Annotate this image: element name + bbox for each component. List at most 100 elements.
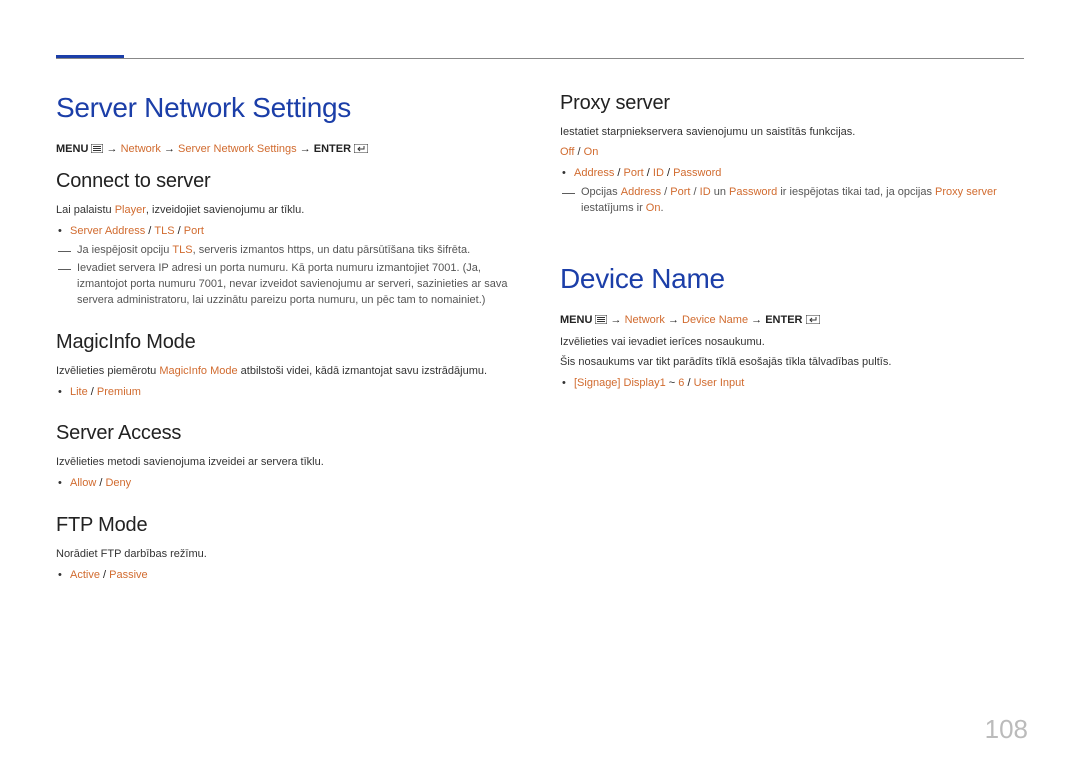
- crumb-arrow: →: [751, 314, 765, 326]
- server-access-options-list: Allow / Deny: [70, 475, 520, 492]
- text: Opcijas: [581, 186, 621, 198]
- crumb-enter-label: ENTER: [314, 143, 354, 155]
- list-item: Address / Port / ID / Password: [574, 165, 1024, 182]
- separator: /: [574, 146, 583, 158]
- separator: /: [614, 167, 623, 179]
- separator: /: [661, 186, 670, 198]
- heading-server-access: Server Access: [56, 422, 520, 445]
- list-item: Active / Passive: [70, 567, 520, 584]
- device-desc-1: Izvēlieties vai ievadiet ierīces nosauku…: [560, 335, 1024, 351]
- text: , izveidojiet savienojumu ar tīklu.: [146, 204, 304, 216]
- text: Izvēlieties piemērotu: [56, 365, 159, 377]
- enter-icon: [354, 143, 368, 158]
- crumb-arrow: →: [611, 314, 625, 326]
- crumb-arrow: →: [107, 143, 121, 155]
- proxy-options-list: Address / Port / ID / Password: [574, 165, 1024, 182]
- text-magicinfo: MagicInfo Mode: [159, 365, 237, 377]
- opt-active: Active: [70, 569, 100, 581]
- opt-address: Address: [574, 167, 614, 179]
- dash-mark: ―: [58, 244, 71, 257]
- list-item: Allow / Deny: [70, 475, 520, 492]
- heading-device-name: Device Name: [560, 263, 1024, 295]
- opt-passive: Passive: [109, 569, 148, 581]
- header-rule: [56, 58, 1024, 59]
- text-id: ID: [700, 186, 711, 198]
- breadcrumb: MENU → Network → Server Network Settings…: [56, 142, 520, 158]
- list-item: Lite / Premium: [70, 384, 520, 401]
- opt-tls: TLS: [154, 225, 174, 237]
- magicinfo-options-list: Lite / Premium: [70, 384, 520, 401]
- text: un: [711, 186, 729, 198]
- note-text: Ievadiet servera IP adresi un porta numu…: [77, 261, 520, 309]
- heading-server-network-settings: Server Network Settings: [56, 92, 520, 124]
- crumb-enter-label: ENTER: [765, 314, 805, 326]
- text-on: On: [646, 202, 661, 214]
- separator: /: [145, 225, 154, 237]
- ftp-desc: Norādiet FTP darbības režīmu.: [56, 547, 520, 563]
- text-player: Player: [115, 204, 146, 216]
- opt-id: ID: [653, 167, 664, 179]
- separator: /: [684, 377, 693, 389]
- separator: /: [100, 569, 109, 581]
- crumb-arrow: →: [668, 314, 682, 326]
- crumb-arrow: →: [164, 143, 178, 155]
- text-port: Port: [670, 186, 690, 198]
- text: Ja iespējosit opciju: [77, 244, 172, 256]
- separator: /: [664, 167, 673, 179]
- enter-icon: [806, 314, 820, 329]
- opt-premium: Premium: [97, 386, 141, 398]
- note-text: Ja iespējosit opciju TLS, serveris izman…: [77, 243, 470, 259]
- list-item: Server Address / TLS / Port: [70, 223, 520, 240]
- list-item: [Signage] Display1 ~ 6 / User Input: [574, 375, 1024, 392]
- text-password: Password: [729, 186, 777, 198]
- breadcrumb: MENU → Network → Device Name → ENTER: [560, 313, 1024, 329]
- separator-tilde: ~: [666, 377, 679, 389]
- opt-server-address: Server Address: [70, 225, 145, 237]
- menu-icon: [595, 314, 607, 329]
- crumb-menu-label: MENU: [560, 314, 595, 326]
- text-address: Address: [621, 186, 661, 198]
- proxy-desc: Iestatiet starpniekservera savienojumu u…: [560, 125, 1024, 141]
- text: .: [660, 202, 663, 214]
- separator: /: [175, 225, 184, 237]
- heading-magicinfo-mode: MagicInfo Mode: [56, 331, 520, 354]
- connect-desc: Lai palaistu Player, izveidojiet savieno…: [56, 203, 520, 219]
- text: Lai palaistu: [56, 204, 115, 216]
- text: , serveris izmantos https, un datu pārsū…: [193, 244, 471, 256]
- crumb-network: Network: [625, 314, 665, 326]
- opt-deny: Deny: [105, 477, 131, 489]
- note-proxy: ― Opcijas Address / Port / ID un Passwor…: [562, 185, 1024, 217]
- content-area: Server Network Settings MENU → Network →…: [56, 92, 1024, 587]
- heading-proxy-server: Proxy server: [560, 92, 1024, 115]
- crumb-menu-label: MENU: [56, 143, 91, 155]
- text-proxy-server: Proxy server: [935, 186, 997, 198]
- server-access-desc: Izvēlieties metodi savienojuma izveidei …: [56, 455, 520, 471]
- crumb-sns: Server Network Settings: [178, 143, 297, 155]
- opt-password: Password: [673, 167, 721, 179]
- crumb-network: Network: [121, 143, 161, 155]
- opt-on: On: [584, 146, 599, 158]
- separator: /: [644, 167, 653, 179]
- text: ir iespējotas tikai tad, ja opcijas: [777, 186, 935, 198]
- opt-port: Port: [624, 167, 644, 179]
- heading-connect-to-server: Connect to server: [56, 170, 520, 193]
- connect-options-list: Server Address / TLS / Port: [70, 223, 520, 240]
- device-options-list: [Signage] Display1 ~ 6 / User Input: [574, 375, 1024, 392]
- text: atbilstoši videi, kādā izmantojat savu i…: [238, 365, 487, 377]
- page-number: 108: [985, 714, 1028, 745]
- separator: /: [690, 186, 699, 198]
- ftp-options-list: Active / Passive: [70, 567, 520, 584]
- crumb-arrow: →: [300, 143, 314, 155]
- opt-port: Port: [184, 225, 204, 237]
- opt-lite: Lite: [70, 386, 88, 398]
- opt-off: Off: [560, 146, 574, 158]
- text: iestatījums ir: [581, 202, 646, 214]
- dash-mark: ―: [58, 262, 71, 275]
- heading-ftp-mode: FTP Mode: [56, 514, 520, 537]
- right-column: Proxy server Iestatiet starpniekservera …: [560, 92, 1024, 587]
- note-port: ― Ievadiet servera IP adresi un porta nu…: [58, 261, 520, 309]
- note-tls: ― Ja iespējosit opciju TLS, serveris izm…: [58, 243, 520, 259]
- menu-icon: [91, 143, 103, 158]
- opt-user-input: User Input: [694, 377, 745, 389]
- separator: /: [88, 386, 97, 398]
